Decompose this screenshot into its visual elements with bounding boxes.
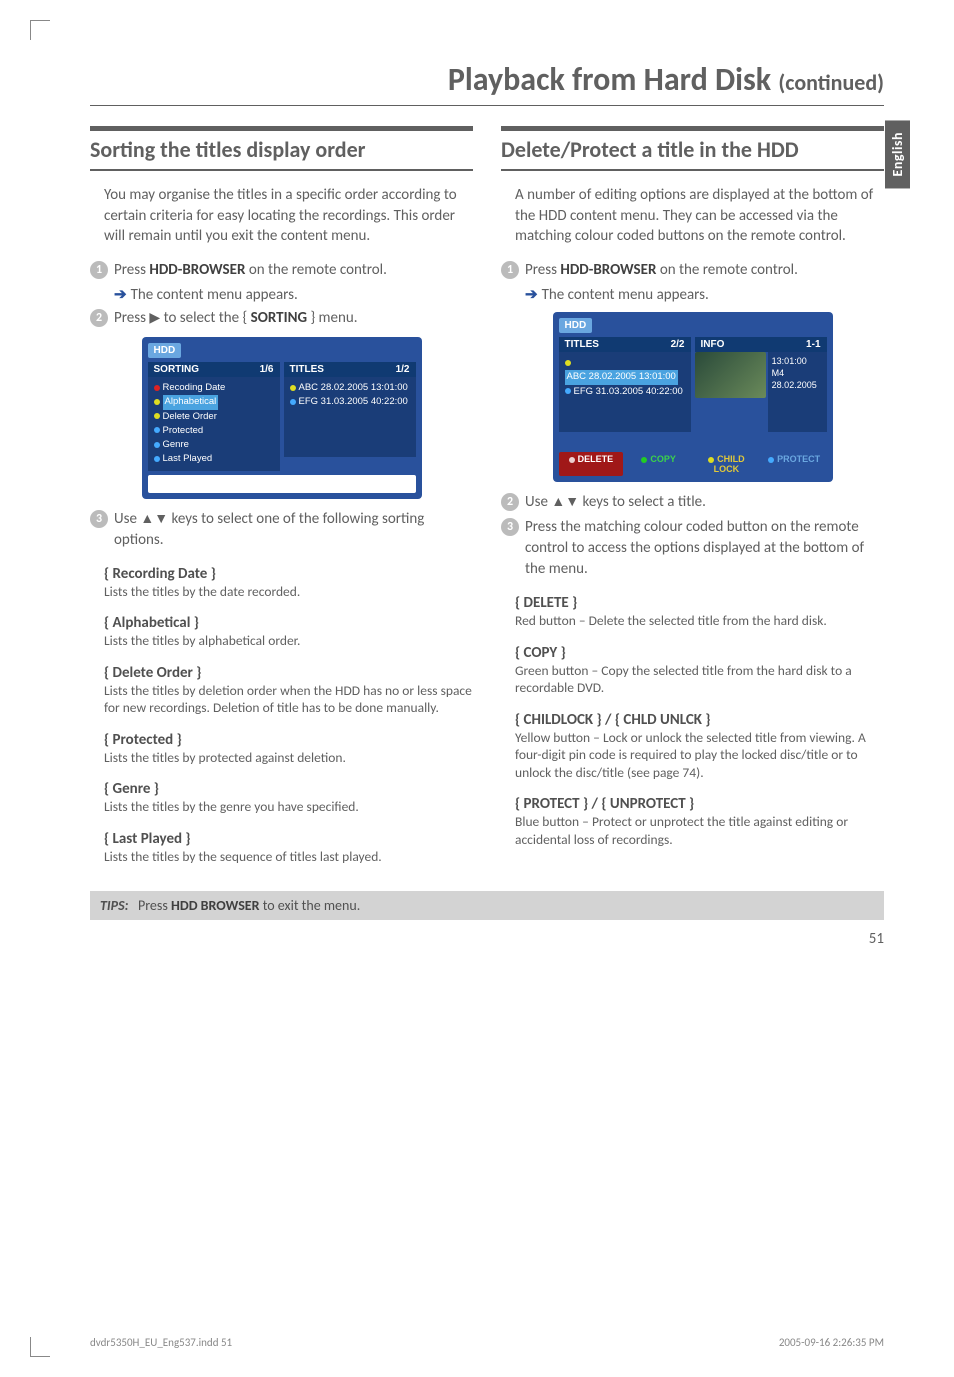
osd-title: ABC 28.02.2005 13:01:00 [290,381,410,395]
step-2-text: Press ▶ to select the { SORTING } menu. [114,308,358,329]
step-bullet-2: 2 [90,309,108,327]
r-step-2: 2 Use ▲▼ keys to select a title. [501,492,884,513]
osd-sorting-head: SORTING [154,364,200,375]
osd-info-count: 1-1 [806,339,820,350]
section-heading-delete-protect: Delete/Protect a title in the HDD [501,126,884,171]
osd-item: Protected [154,424,274,438]
osd-title: EFG 31.03.2005 40:22:00 [290,395,410,409]
opt-copy-d: Green button – Copy the selected title f… [515,662,884,697]
osd-hdd-label: HDD [148,343,182,358]
arrow-icon: ➔ [114,286,127,304]
delete-protect-intro: A number of editing options are displaye… [515,185,884,246]
page-number: 51 [90,930,884,948]
opt-protected-h: { Protected } [104,731,473,749]
r-step-1-text: Press HDD-BROWSER on the remote control. [525,260,798,281]
r-step-1: 1 Press HDD-BROWSER on the remote contro… [501,260,884,281]
osd-titles-count: 1/2 [396,364,410,375]
title-rule [90,105,884,106]
tips-text1: Press [138,897,168,914]
osd-titles-head: TITLES [565,339,599,350]
osd-hdd-label: HDD [559,318,593,333]
arrow-icon: ➔ [525,286,538,304]
step-1-result: ➔The content menu appears. [114,285,473,304]
osd-titles-count: 2/2 [671,339,685,350]
footer-filename: dvdr5350H_EU_Eng537.indd 51 [90,1336,232,1349]
osd-delete: HDD TITLES 2/2 ABC 28.02.2005 13:01:00 EF… [553,312,833,482]
opt-childlock-h: { CHILDLOCK } / { CHLD UNLCK } [515,711,884,729]
osd-titles-head: TITLES [290,364,324,375]
opt-protected-d: Lists the titles by protected against de… [104,749,473,767]
opt-genre-d: Lists the titles by the genre you have s… [104,798,473,816]
opt-delete-d: Red button – Delete the selected title f… [515,612,884,630]
opt-protect-h: { PROTECT } / { UNPROTECT } [515,795,884,813]
osd-item: Delete Order [154,410,274,424]
crop-mark-tl [30,20,50,40]
step-1-text: Press HDD-BROWSER on the remote control. [114,260,387,281]
osd-item: Recoding Date [154,381,274,395]
step-bullet-3: 3 [90,510,108,528]
crop-mark-bl [30,1337,50,1357]
osd-sorting-count: 1/6 [260,364,274,375]
page-title-main: Playback from Hard Disk [448,60,771,99]
opt-recording-date-h: { Recording Date } [104,565,473,583]
r-step-2-text: Use ▲▼ keys to select a title. [525,492,706,513]
step-3: 3 Use ▲▼ keys to select one of the follo… [90,509,473,551]
osd-thumbnail [695,352,766,398]
step-bullet-2: 2 [501,493,519,511]
opt-alphabetical-d: Lists the titles by alphabetical order. [104,632,473,650]
tips-button: HDD BROWSER [171,897,259,914]
osd-title: ABC 28.02.2005 13:01:00 [565,356,685,385]
left-column: Sorting the titles display order You may… [90,126,473,865]
language-tab: English [885,120,910,188]
opt-last-played-d: Lists the titles by the sequence of titl… [104,848,473,866]
opt-genre-h: { Genre } [104,780,473,798]
step-1: 1 Press HDD-BROWSER on the remote contro… [90,260,473,281]
opt-delete-order-h: { Delete Order } [104,664,473,682]
opt-alphabetical-h: { Alphabetical } [104,614,473,632]
opt-protect-d: Blue button – Protect or unprotect the t… [515,813,884,848]
step-bullet-1: 1 [501,261,519,279]
osd-btn-delete: DELETE [559,452,624,476]
two-column-layout: Sorting the titles display order You may… [90,126,884,865]
r-step-1-result: ➔The content menu appears. [525,285,884,304]
r-step-3-text: Press the matching colour coded button o… [525,517,884,580]
opt-copy-h: { COPY } [515,644,884,662]
opt-delete-order-d: Lists the titles by deletion order when … [104,682,473,717]
sorting-intro: You may organise the titles in a specifi… [104,185,473,246]
section-heading-sorting: Sorting the titles display order [90,126,473,171]
opt-delete-h: { DELETE } [515,594,884,612]
osd-item: Genre [154,438,274,452]
osd-info-line: M4 [772,368,823,380]
osd-item: Last Played [154,452,274,466]
osd-btn-protect: PROTECT [762,452,827,476]
osd-delete-wrap: HDD TITLES 2/2 ABC 28.02.2005 13:01:00 EF… [501,312,884,482]
tips-text2: to exit the menu. [263,897,361,914]
step-bullet-1: 1 [90,261,108,279]
step-bullet-3: 3 [501,518,519,536]
step-2: 2 Press ▶ to select the { SORTING } menu… [90,308,473,329]
osd-sorting-wrap: HDD SORTING 1/6 Recoding Date Alphabetica… [90,337,473,499]
page-title-continued: (continued) [778,69,884,96]
r-step-3: 3 Press the matching colour coded button… [501,517,884,580]
osd-btn-copy: COPY [626,452,691,476]
osd-info-head: INFO [701,339,725,350]
osd-title: EFG 31.03.2005 40:22:00 [565,385,685,399]
step-3-text: Use ▲▼ keys to select one of the followi… [114,509,473,551]
page-title: Playback from Hard Disk (continued) [90,60,884,99]
footer-timestamp: 2005-09-16 2:26:35 PM [779,1336,884,1349]
osd-info-line: 28.02.2005 [772,380,823,392]
tips-label: TIPS: [100,897,129,914]
opt-last-played-h: { Last Played } [104,830,473,848]
osd-item: Alphabetical [154,395,274,409]
opt-recording-date-d: Lists the titles by the date recorded. [104,583,473,601]
opt-childlock-d: Yellow button – Lock or unlock the selec… [515,729,884,782]
right-column: Delete/Protect a title in the HDD A numb… [501,126,884,865]
osd-sorting: HDD SORTING 1/6 Recoding Date Alphabetica… [142,337,422,499]
osd-footer-buttons: DELETE COPY CHILD LOCK PROTECT [559,452,827,476]
tips-bar: TIPS: Press HDD BROWSER to exit the menu… [90,891,884,920]
osd-info-line: 13:01:00 [772,356,823,368]
osd-btn-childlock: CHILD LOCK [694,452,759,476]
